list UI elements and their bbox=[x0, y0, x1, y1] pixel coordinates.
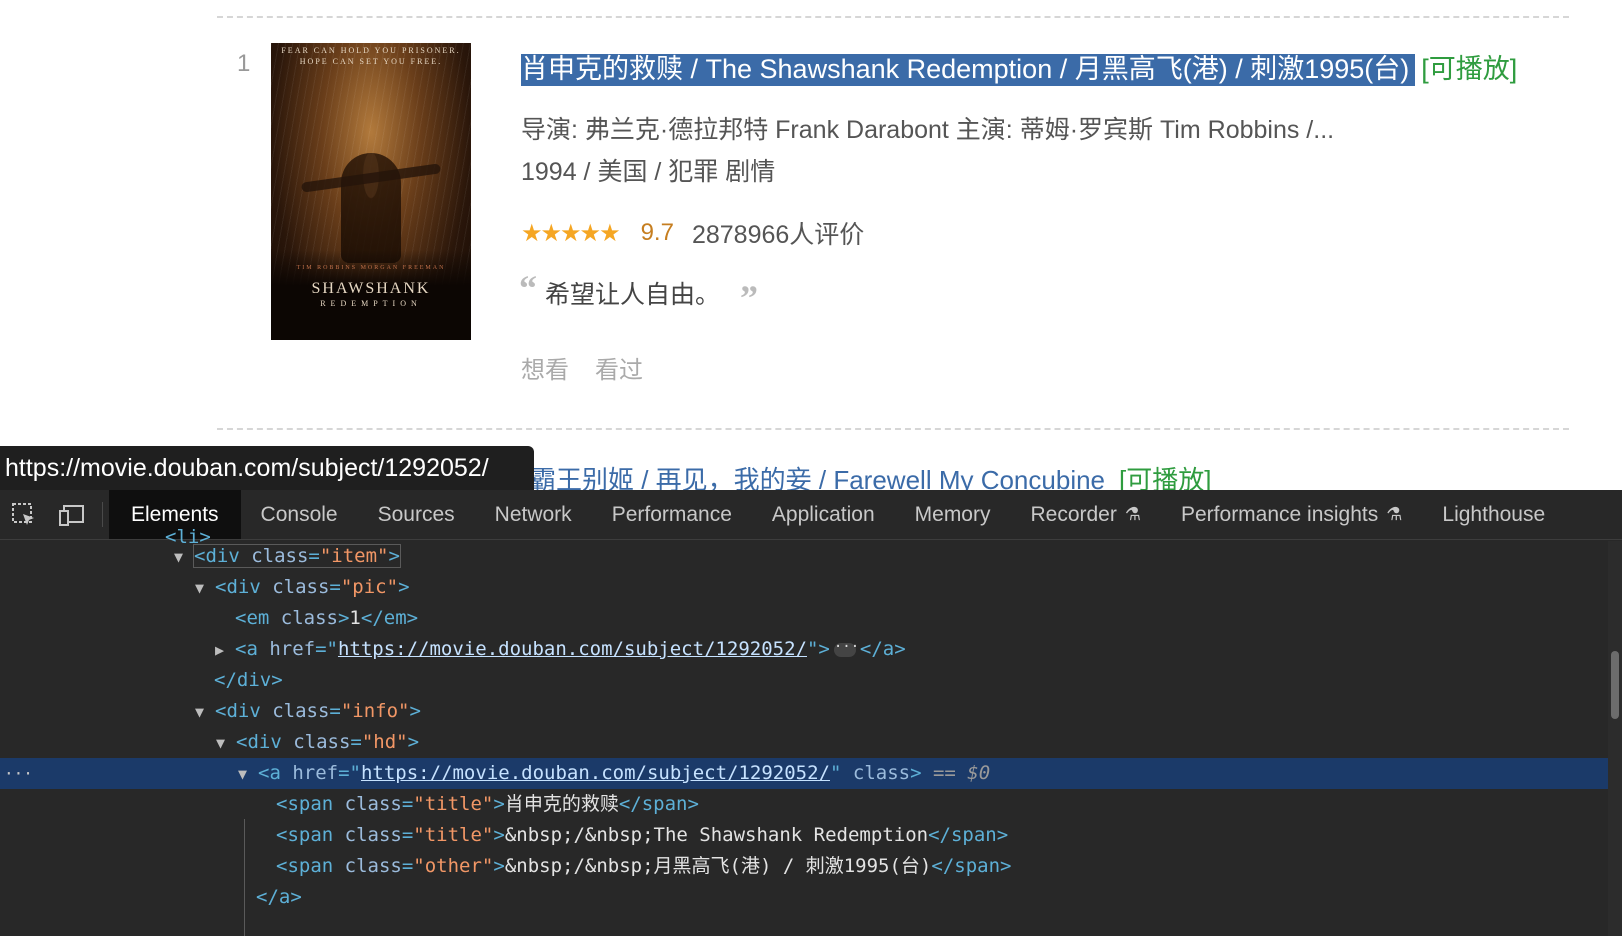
movie-poster[interactable]: FEAR CAN HOLD YOU PRISONER. HOPE CAN SET… bbox=[271, 43, 471, 340]
dom-node-div-pic[interactable]: ▼ <div class="pic"> bbox=[0, 572, 1608, 603]
dom-attr-name: class bbox=[251, 545, 309, 567]
dom-node-div-hd[interactable]: ▼ <div class="hd"> bbox=[0, 727, 1608, 758]
dom-attr-value: "title" bbox=[413, 824, 494, 846]
dom-tag: <div bbox=[194, 545, 252, 567]
poster-tagline: HOPE CAN SET YOU FREE. bbox=[299, 57, 443, 66]
dom-attr-name: class bbox=[272, 700, 330, 722]
dom-attr-name: class bbox=[272, 576, 330, 598]
poster-cast: TIM ROBBINS MORGAN FREEMAN bbox=[296, 265, 446, 271]
next-movie-title-link[interactable]: 霸王别姬 / 再见，我的妾 / Farewell My Concubine [可播… bbox=[530, 460, 1211, 490]
dom-attr-name: class bbox=[293, 731, 351, 753]
watched-button[interactable]: 看过 bbox=[595, 357, 643, 384]
dom-node-a-pic[interactable]: ▶ <a href="https://movie.douban.com/subje… bbox=[0, 634, 1608, 665]
dom-node-div-close[interactable]: </div> bbox=[0, 665, 1608, 696]
devtools-scrollbar[interactable] bbox=[1608, 541, 1622, 936]
dom-text: 肖申克的救赎 bbox=[504, 793, 619, 815]
poster-subtitle: REDEMPTION bbox=[320, 299, 422, 308]
selected-title-text[interactable]: 肖申克的救赎 / The Shawshank Redemption / 月黑高飞… bbox=[521, 54, 1416, 86]
tree-guide-line bbox=[244, 819, 245, 936]
expand-triangle-icon[interactable]: ▼ bbox=[216, 728, 236, 759]
quote-open-icon: “ bbox=[519, 268, 537, 308]
rating-row: ★★★★★ 9.7 2878966人评价 bbox=[521, 215, 864, 251]
playable-badge: [可播放] bbox=[1421, 54, 1518, 84]
row-more-icon[interactable]: ··· bbox=[4, 758, 33, 789]
dom-attr-name: class bbox=[280, 607, 338, 629]
movie-actions: 想看 看过 bbox=[521, 350, 643, 385]
dom-node-span-title[interactable]: <span class="title">肖申克的救赎</span> bbox=[0, 789, 1608, 820]
year-country-genre: 1994 / 美国 / 犯罪 剧情 bbox=[521, 158, 776, 186]
rating-score: 9.7 bbox=[640, 219, 674, 246]
dom-tag: <em bbox=[235, 607, 281, 629]
dom-text: 1 bbox=[349, 607, 361, 629]
dom-attr-name: class bbox=[344, 824, 402, 846]
dom-attr-name: class bbox=[344, 793, 402, 815]
dom-node-div-item[interactable]: ▼ <div class="item"> bbox=[0, 541, 1608, 572]
dom-attr-name: class bbox=[852, 762, 911, 784]
dom-attr-value: "other" bbox=[413, 855, 494, 877]
movie-title-link[interactable]: 肖申克的救赎 / The Shawshank Redemption / 月黑高飞… bbox=[521, 47, 1517, 86]
collapse-triangle-icon[interactable]: ▶ bbox=[215, 635, 235, 666]
item-divider bbox=[217, 16, 1569, 18]
dom-tag: <div bbox=[215, 576, 273, 598]
status-bar-url: https://movie.douban.com/subject/1292052… bbox=[0, 446, 534, 490]
rank-number: 1 bbox=[237, 50, 251, 77]
webpage-viewport: 1 FEAR CAN HOLD YOU PRISONER. HOPE CAN S… bbox=[0, 0, 1622, 490]
expand-triangle-icon[interactable]: ▼ bbox=[238, 759, 258, 790]
poster-tagline: FEAR CAN HOLD YOU PRISONER. bbox=[281, 46, 461, 55]
dom-tag: </span> bbox=[931, 855, 1012, 877]
dom-tag: <a bbox=[258, 762, 293, 784]
director-cast-line: 导演: 弗兰克·德拉邦特 Frank Darabont 主演: 蒂姆·罗宾斯 T… bbox=[521, 116, 1335, 144]
dom-node-a-close[interactable]: </a> bbox=[0, 882, 1608, 913]
dom-attr-name: href bbox=[269, 638, 316, 660]
dom-link[interactable]: https://movie.douban.com/subject/1292052… bbox=[338, 638, 807, 660]
dom-tag: <a bbox=[235, 638, 270, 660]
dom-attr-value: "item" bbox=[319, 545, 389, 567]
dom-attr-value: "hd" bbox=[361, 731, 408, 753]
quote-text: 希望让人自由。 bbox=[545, 281, 721, 309]
dom-node-a-selected[interactable]: ··· ▼ <a href="https://movie.douban.com/s… bbox=[0, 758, 1608, 789]
dom-text: &nbsp;/&nbsp;The Shawshank Redemption bbox=[504, 824, 929, 846]
dom-link[interactable]: https://movie.douban.com/subject/1292052… bbox=[361, 762, 830, 784]
dom-attr-name: class bbox=[344, 855, 402, 877]
dom-tag: <div bbox=[236, 731, 294, 753]
dom-tag: </span> bbox=[928, 824, 1009, 846]
devtools-panel: Elements Console Sources Network Perform… bbox=[0, 490, 1622, 936]
dom-tag: </a> bbox=[256, 886, 302, 908]
dom-tag: </a> bbox=[859, 638, 906, 660]
scrollbar-thumb[interactable] bbox=[1611, 651, 1619, 719]
item-divider bbox=[217, 428, 1569, 430]
dom-tag: </span> bbox=[618, 793, 699, 815]
dom-attr-name: href bbox=[292, 762, 339, 784]
dom-tag: </em> bbox=[360, 607, 419, 629]
selected-node-marker: == $0 bbox=[932, 762, 991, 784]
dom-node-span-other[interactable]: <span class="other">&nbsp;/&nbsp;月黑高飞(港)… bbox=[0, 851, 1608, 882]
dom-node-div-info[interactable]: ▼ <div class="info"> bbox=[0, 696, 1608, 727]
dom-node-em[interactable]: <em class>1</em> bbox=[0, 603, 1608, 634]
rating-votes: 2878966人评价 bbox=[691, 221, 865, 249]
elements-dom-tree: <li> ▼ <div class="item"> ▼ <div class="pi… bbox=[0, 526, 1608, 936]
expand-triangle-icon[interactable]: ▼ bbox=[195, 573, 215, 604]
dom-tag: </div> bbox=[214, 669, 283, 691]
next-movie-title[interactable]: 霸王别姬 / 再见，我的妾 / Farewell My Concubine bbox=[530, 465, 1105, 490]
poster-title: SHAWSHANK bbox=[311, 280, 431, 297]
want-to-watch-button[interactable]: 想看 bbox=[521, 357, 569, 384]
movie-quote: “ 希望让人自由。 ” bbox=[519, 268, 759, 318]
dom-attr-value: "info" bbox=[340, 700, 410, 722]
quote-close-icon: ” bbox=[740, 278, 759, 318]
expand-triangle-icon[interactable]: ▼ bbox=[174, 542, 194, 573]
expand-triangle-icon[interactable]: ▼ bbox=[195, 697, 215, 728]
ellipsis-icon[interactable]: ··· bbox=[833, 640, 859, 657]
rating-stars-icon: ★★★★★ bbox=[521, 219, 621, 247]
dom-text: &nbsp;/&nbsp;月黑高飞(港) / 刺激1995(台) bbox=[504, 855, 932, 877]
dom-attr-value: "pic" bbox=[340, 576, 399, 598]
playable-badge: [可播放] bbox=[1119, 465, 1212, 490]
dom-node-span-title[interactable]: <span class="title">&nbsp;/&nbsp;The Sha… bbox=[0, 820, 1608, 851]
dom-tag: <div bbox=[215, 700, 273, 722]
dom-attr-value: "title" bbox=[413, 793, 494, 815]
